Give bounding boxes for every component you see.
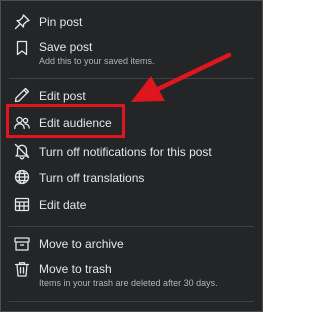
menu-item-move-to-trash[interactable]: Move to trash Items in your trash are de…	[1, 258, 262, 292]
menu-divider	[9, 78, 254, 79]
bell-off-icon	[13, 142, 31, 160]
edit-date-label: Edit date	[39, 198, 87, 212]
pin-post-label: Pin post	[39, 15, 83, 29]
menu-item-move-to-archive[interactable]: Move to archive	[1, 233, 262, 255]
menu-divider	[9, 226, 254, 227]
menu-item-pin-post[interactable]: Pin post	[1, 11, 262, 33]
bookmark-icon	[13, 39, 31, 57]
archive-icon	[13, 235, 31, 253]
move-to-archive-label: Move to archive	[39, 237, 124, 251]
pencil-icon	[13, 86, 31, 104]
trash-icon	[13, 260, 31, 278]
edit-post-label: Edit post	[39, 89, 86, 103]
calendar-icon	[13, 195, 31, 213]
pin-icon	[13, 13, 31, 31]
move-to-trash-sublabel: Items in your trash are deleted after 30…	[39, 278, 218, 288]
menu-item-edit-date[interactable]: Edit date	[1, 194, 262, 216]
annotation-highlight-box	[6, 104, 125, 138]
move-to-trash-label: Move to trash	[39, 262, 112, 276]
turn-off-notifications-label: Turn off notifications for this post	[39, 145, 212, 159]
globe-icon	[13, 168, 31, 186]
turn-off-translations-label: Turn off translations	[39, 171, 145, 185]
post-options-menu: Pin post Save post Add this to your save…	[0, 0, 263, 312]
menu-item-turn-off-notifications[interactable]: Turn off notifications for this post	[1, 141, 262, 163]
menu-divider	[9, 301, 254, 302]
save-post-label: Save post	[39, 40, 93, 54]
menu-item-save-post[interactable]: Save post Add this to your saved items.	[1, 37, 262, 71]
save-post-sublabel: Add this to your saved items.	[39, 56, 155, 66]
menu-item-turn-off-translations[interactable]: Turn off translations	[1, 167, 262, 189]
